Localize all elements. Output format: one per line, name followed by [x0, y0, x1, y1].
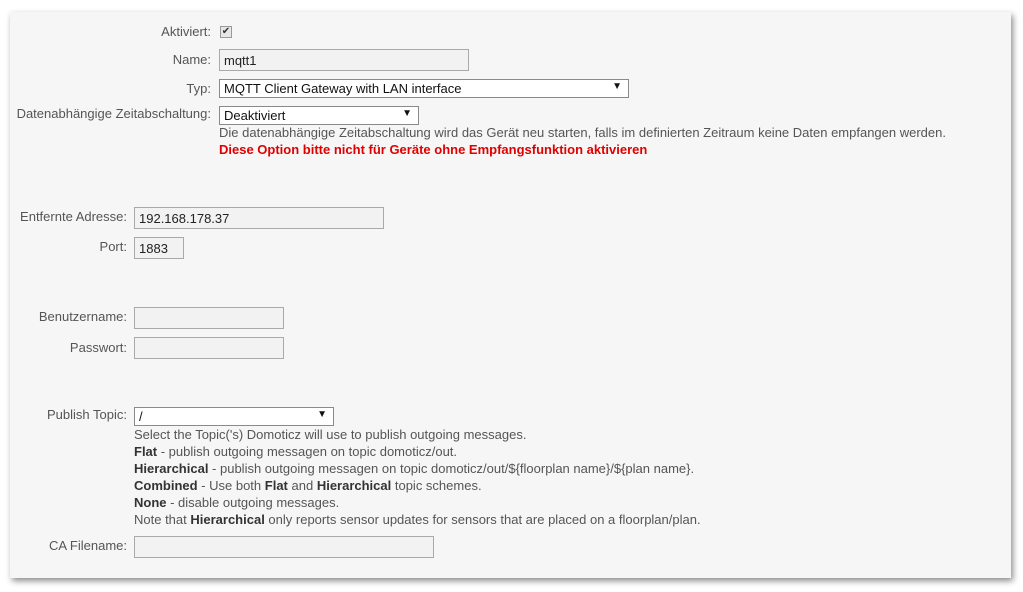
none-term: None — [134, 495, 167, 510]
publish-topic-label: Publish Topic: — [47, 407, 127, 422]
remote-address-input[interactable]: 192.168.178.37 — [134, 207, 384, 229]
publish-help-flat: Flat - publish outgoing messagen on topi… — [134, 444, 457, 459]
note-end: only reports sensor updates for sensors … — [264, 512, 701, 527]
username-input[interactable] — [134, 307, 284, 329]
timeout-select[interactable]: Deaktiviert ▼ — [219, 106, 419, 125]
combined-term: Combined — [134, 478, 198, 493]
password-input[interactable] — [134, 337, 284, 359]
timeout-select-value: Deaktiviert — [224, 108, 286, 123]
hier-term: Hierarchical — [134, 461, 209, 476]
remote-address-label: Entfernte Adresse: — [20, 209, 127, 224]
port-label: Port: — [99, 239, 127, 254]
chevron-down-icon: ▼ — [317, 409, 327, 420]
timeout-warning: Diese Option bitte nicht für Geräte ohne… — [219, 142, 648, 157]
publish-help-note: Note that Hierarchical only reports sens… — [134, 512, 701, 527]
note-hier: Hierarchical — [190, 512, 265, 527]
publish-topic-select[interactable]: / ▼ — [134, 407, 334, 426]
type-label: Typ: — [186, 81, 211, 96]
ca-filename-input[interactable] — [134, 536, 434, 558]
combined-end: topic schemes. — [391, 478, 482, 493]
enabled-checkbox[interactable]: ✔ — [220, 26, 232, 38]
publish-help-intro: Select the Topic('s) Domoticz will use t… — [134, 427, 527, 442]
chevron-down-icon: ▼ — [612, 81, 622, 92]
password-label: Passwort: — [69, 340, 127, 355]
combined-flat: Flat — [264, 478, 288, 493]
publish-help-combined: Combined - Use both Flat and Hierarchica… — [134, 478, 482, 493]
note-start: Note that — [134, 512, 191, 527]
publish-help-hier: Hierarchical - publish outgoing messagen… — [134, 461, 694, 476]
username-label: Benutzername: — [38, 309, 127, 324]
combined-hier: Hierarchical — [316, 478, 392, 493]
timeout-help: Die datenabhängige Zeitabschaltung wird … — [219, 125, 946, 140]
publish-topic-value: / — [139, 409, 143, 424]
type-select[interactable]: MQTT Client Gateway with LAN interface ▼ — [219, 79, 629, 98]
combined-mid: - Use both — [197, 478, 265, 493]
ca-filename-label: CA Filename: — [48, 538, 127, 553]
hier-desc: - publish outgoing messagen on topic dom… — [208, 461, 695, 476]
name-label: Name: — [172, 52, 211, 67]
publish-help-none: None - disable outgoing messages. — [134, 495, 339, 510]
none-desc: - disable outgoing messages. — [166, 495, 340, 510]
flat-desc: - publish outgoing messagen on topic dom… — [157, 444, 458, 459]
timeout-label: Datenabhängige Zeitabschaltung: — [16, 106, 211, 121]
chevron-down-icon: ▼ — [402, 108, 412, 119]
enabled-label: Aktiviert: — [161, 24, 211, 39]
settings-panel: Aktiviert: ✔ Name: mqtt1 Typ: MQTT Clien… — [10, 12, 1011, 578]
name-input[interactable]: mqtt1 — [219, 49, 469, 71]
flat-term: Flat — [134, 444, 158, 459]
port-input[interactable]: 1883 — [134, 237, 184, 259]
combined-and: and — [287, 478, 317, 493]
type-select-value: MQTT Client Gateway with LAN interface — [224, 81, 462, 96]
